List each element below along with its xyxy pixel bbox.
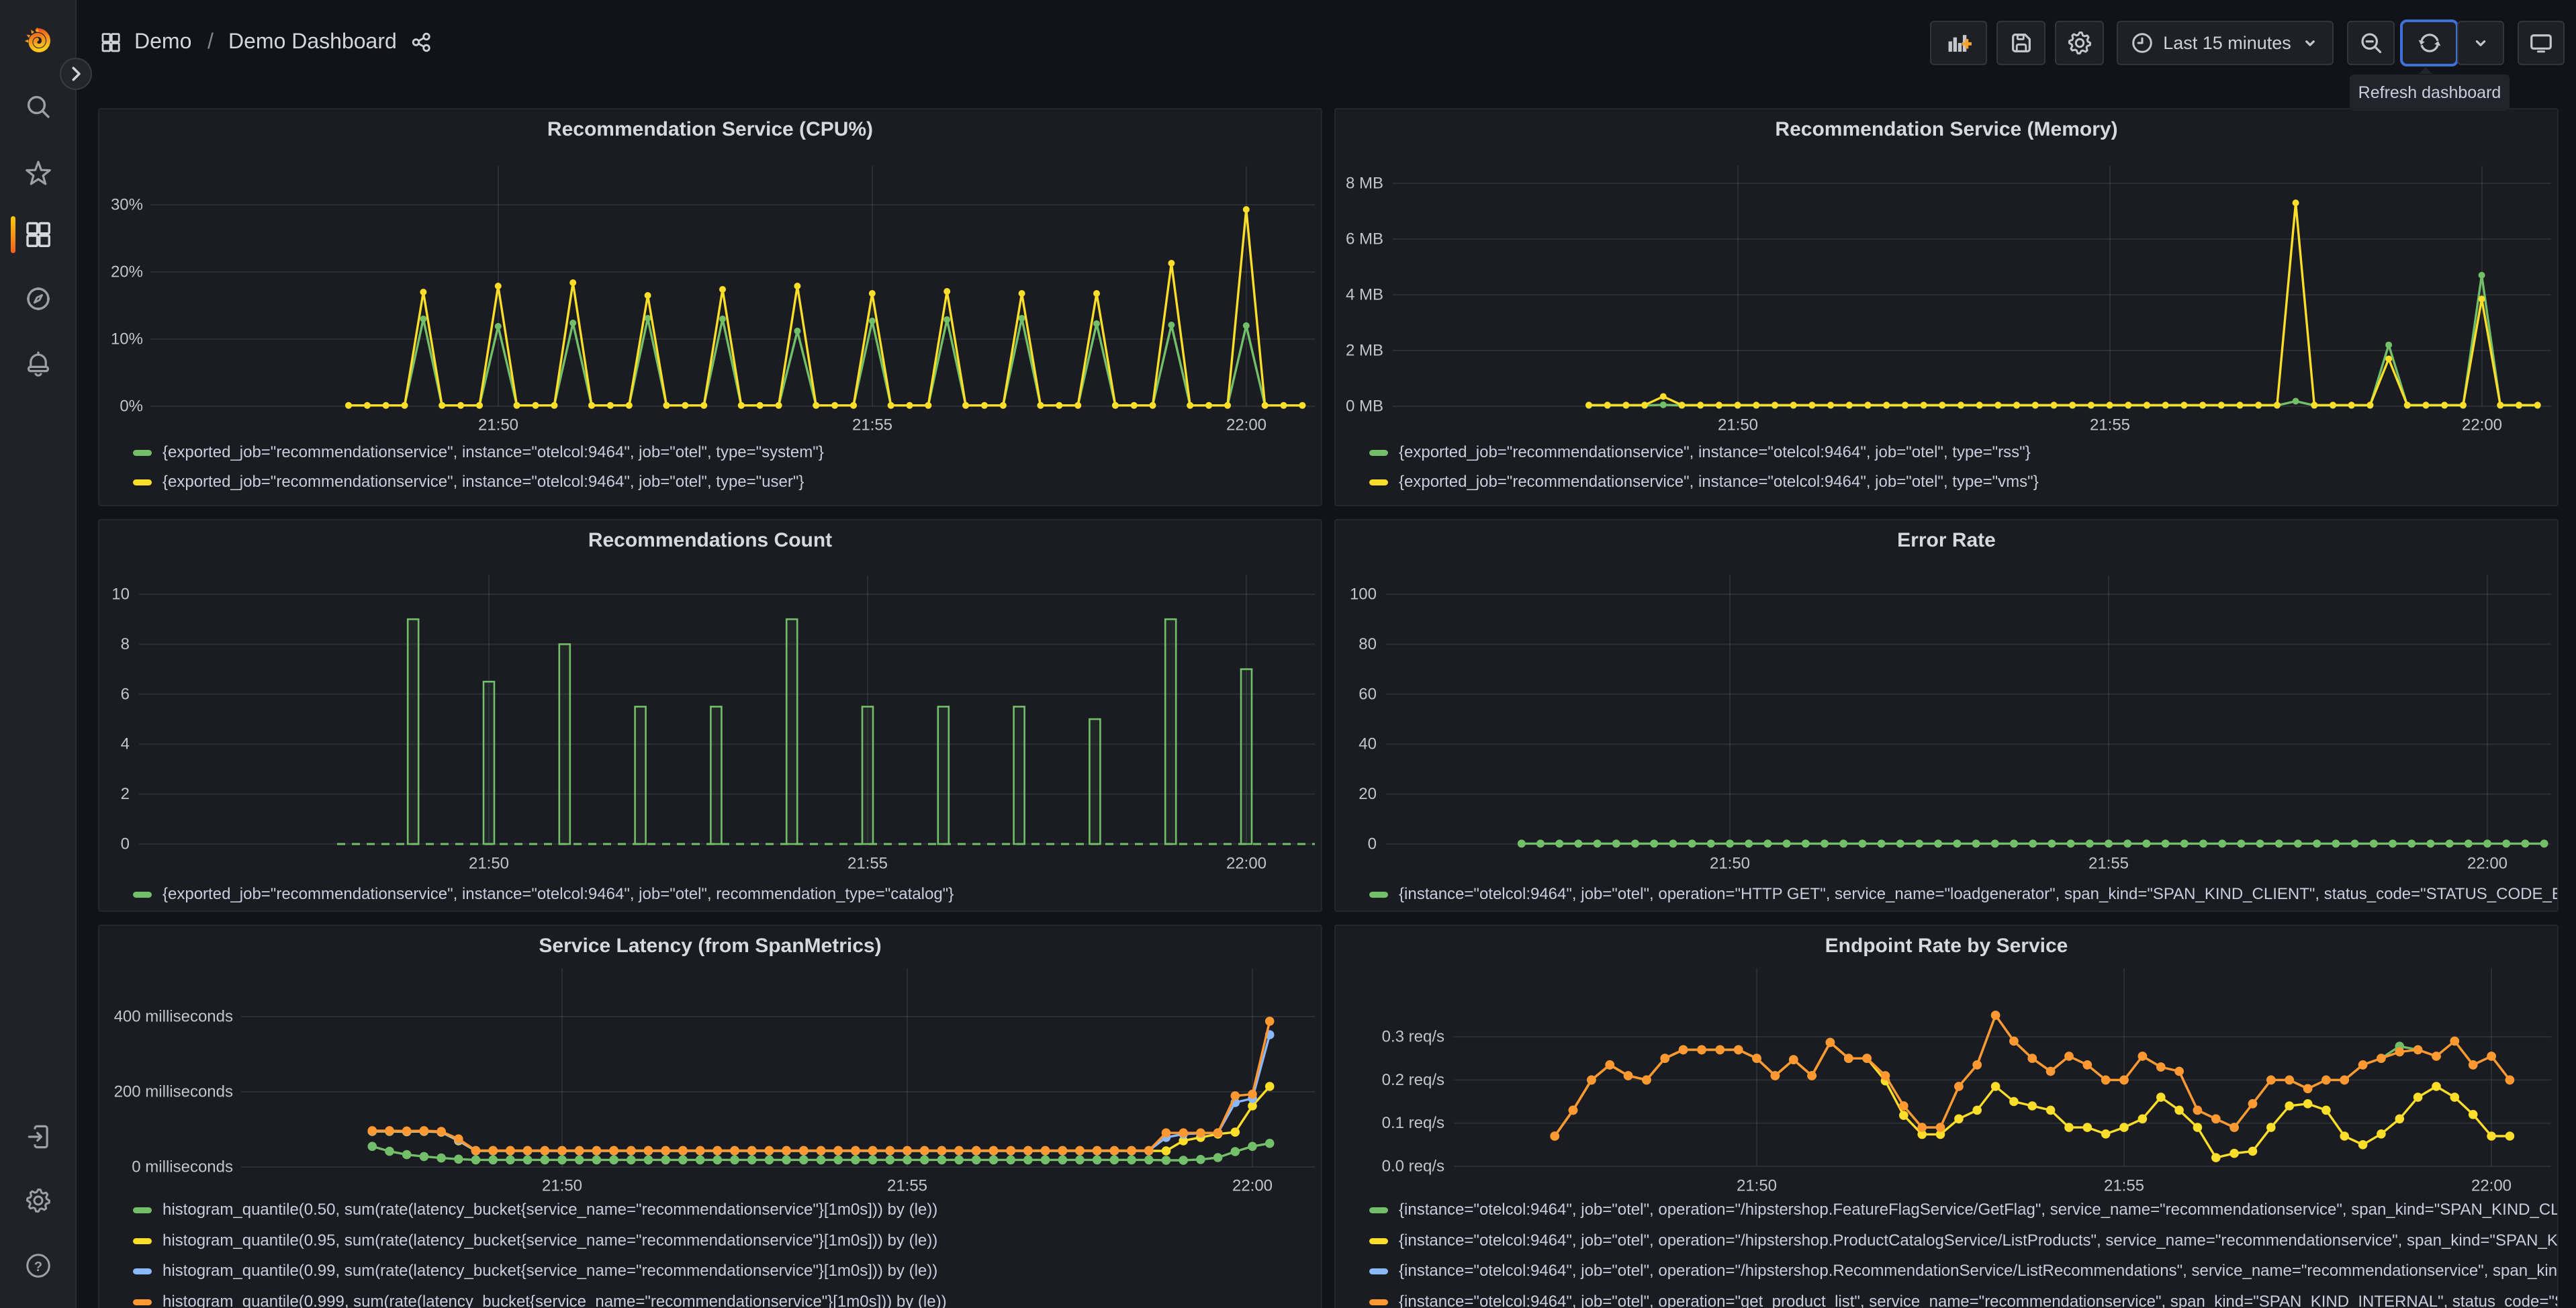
svg-text:22:00: 22:00 — [2462, 416, 2502, 434]
svg-text:20: 20 — [1359, 785, 1377, 803]
svg-text:22:00: 22:00 — [2471, 1177, 2512, 1195]
svg-text:21:55: 21:55 — [852, 416, 892, 434]
svg-text:21:55: 21:55 — [2090, 416, 2130, 434]
svg-text:0 MB: 0 MB — [1346, 398, 1383, 416]
svg-text:21:55: 21:55 — [847, 855, 888, 873]
svg-text:22:00: 22:00 — [2467, 855, 2508, 873]
svg-text:0 milliseconds: 0 milliseconds — [132, 1158, 233, 1176]
svg-text:60: 60 — [1359, 685, 1377, 703]
svg-text:21:50: 21:50 — [469, 855, 509, 873]
svg-text:10%: 10% — [111, 330, 143, 348]
svg-text:6: 6 — [121, 685, 130, 703]
svg-text:100: 100 — [1350, 586, 1377, 604]
svg-text:10: 10 — [111, 586, 130, 604]
svg-text:21:55: 21:55 — [887, 1177, 927, 1195]
svg-text:6 MB: 6 MB — [1346, 230, 1383, 248]
svg-text:400 milliseconds: 400 milliseconds — [114, 1008, 233, 1026]
svg-text:80: 80 — [1359, 635, 1377, 653]
svg-text:20%: 20% — [111, 263, 143, 281]
svg-text:21:55: 21:55 — [2088, 855, 2129, 873]
svg-text:0.2 req/s: 0.2 req/s — [1382, 1071, 1444, 1089]
svg-text:21:50: 21:50 — [478, 416, 518, 434]
svg-text:2 MB: 2 MB — [1346, 342, 1383, 360]
svg-text:22:00: 22:00 — [1226, 855, 1267, 873]
svg-text:21:50: 21:50 — [1710, 855, 1750, 873]
svg-text:21:50: 21:50 — [1718, 416, 1758, 434]
svg-text:8: 8 — [121, 635, 130, 653]
svg-text:21:55: 21:55 — [2104, 1177, 2144, 1195]
svg-text:200 milliseconds: 200 milliseconds — [114, 1083, 233, 1101]
svg-text:21:50: 21:50 — [542, 1177, 582, 1195]
svg-text:0.0 req/s: 0.0 req/s — [1382, 1158, 1444, 1176]
svg-text:2: 2 — [121, 785, 130, 803]
svg-text:0%: 0% — [120, 398, 143, 416]
svg-text:22:00: 22:00 — [1232, 1177, 1273, 1195]
svg-text:30%: 30% — [111, 196, 143, 214]
svg-text:40: 40 — [1359, 735, 1377, 753]
svg-text:4: 4 — [121, 735, 130, 753]
svg-text:22:00: 22:00 — [1226, 416, 1267, 434]
svg-text:8 MB: 8 MB — [1346, 175, 1383, 193]
svg-text:0.1 req/s: 0.1 req/s — [1382, 1114, 1444, 1132]
svg-text:0.3 req/s: 0.3 req/s — [1382, 1028, 1444, 1046]
svg-text:0: 0 — [1368, 835, 1377, 853]
svg-text:21:50: 21:50 — [1737, 1177, 1777, 1195]
svg-text:0: 0 — [121, 835, 130, 853]
svg-text:?: ? — [34, 1260, 42, 1274]
svg-text:4 MB: 4 MB — [1346, 286, 1383, 304]
